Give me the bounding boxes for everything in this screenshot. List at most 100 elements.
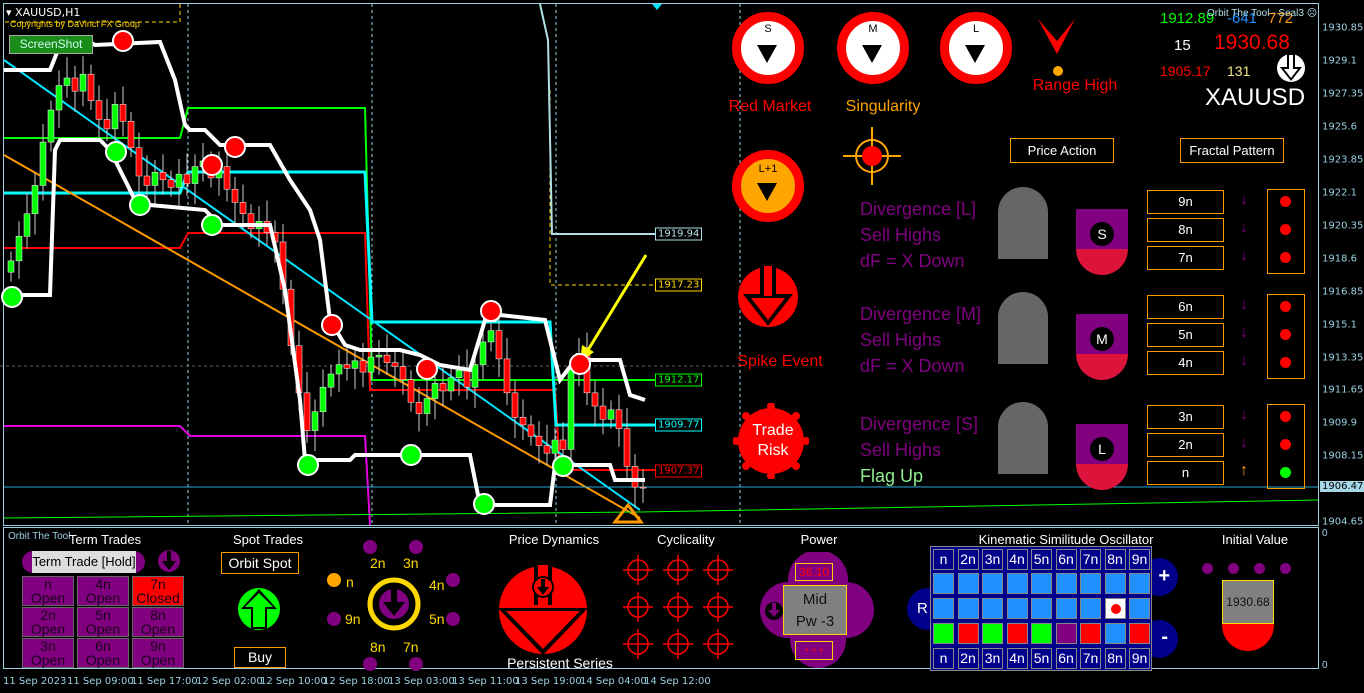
kso-cell[interactable] [1055,573,1077,594]
kso-cell[interactable] [1080,573,1101,594]
initial-value-title: Initial Value [1221,532,1289,547]
kso-cell[interactable] [982,623,1003,644]
kso-cell[interactable] [1031,623,1052,644]
buy-signal-marker[interactable] [129,194,151,216]
signal-dot [1280,252,1291,263]
orbit-dot [363,540,377,554]
level-box-7n[interactable]: 7n [1147,246,1224,270]
kso-cell[interactable] [982,573,1003,594]
kso-cell[interactable] [1129,573,1150,594]
signal-dot [1280,301,1291,312]
sell-signal-marker[interactable] [321,314,343,336]
sell-signal-marker[interactable] [480,300,502,322]
kso-cell[interactable] [1104,573,1126,594]
kso-cell[interactable] [1080,598,1101,619]
level-box-6n[interactable]: 6n [1147,295,1224,319]
kso-cell[interactable] [1080,623,1101,644]
fractal-pattern-button[interactable]: Fractal Pattern [1180,138,1284,163]
orbit-label-5n: 5n [429,611,445,627]
term-trade-hold-label: Term Trade [Hold] [32,551,136,573]
kso-cell[interactable] [1031,598,1052,619]
price-tick: 1922.1 [1322,187,1357,199]
level-box-8n[interactable]: 8n [1147,218,1224,242]
buy-signal-marker[interactable] [473,493,495,515]
kso-cell[interactable] [1006,623,1028,644]
kso-cell[interactable] [933,598,954,619]
dial-label: S [764,23,772,35]
divergence-title: Divergence [L] [860,199,977,219]
candle-body [559,439,567,450]
cyan-top-marker [652,4,662,10]
term-trade-cell[interactable]: 5n Open [77,607,129,637]
term-trade-cell[interactable]: 2n Open [22,607,74,637]
range-high-chevron-icon [1038,19,1075,76]
level-box-3n[interactable]: 3n [1147,405,1224,429]
kso-cell[interactable] [1104,623,1126,644]
sell-signal-marker[interactable] [224,136,246,158]
orbit-spot-button[interactable]: Orbit Spot [221,552,299,574]
kso-cell[interactable] [933,573,954,594]
cycle-target-icon [663,592,693,622]
candle-body [311,411,319,431]
buy-signal-marker[interactable] [552,455,574,477]
level-box-2n[interactable]: 2n [1147,433,1224,457]
down-arrow-circle-icon [1277,53,1305,82]
buy-signal-marker[interactable] [105,141,127,163]
time-tick: 11 Sep 17:00 [131,676,198,687]
initial-dot [1202,563,1213,574]
cycle-target-icon [623,555,653,585]
term-trade-cell[interactable]: n Open [22,576,74,606]
kso-cell[interactable] [1055,623,1077,644]
buy-signal-marker[interactable] [297,454,319,476]
term-trade-cell[interactable]: 3n Open [22,638,74,668]
sell-signal-marker[interactable] [112,30,134,52]
kso-cell[interactable] [1129,623,1150,644]
kso-cell[interactable] [1055,598,1077,619]
level-box-5n[interactable]: 5n [1147,323,1224,347]
term-trade-cell[interactable]: 7n Closed [132,576,184,606]
price-tick: 1909.9 [1322,417,1357,429]
kso-cell[interactable] [933,623,954,644]
price-action-button[interactable]: Price Action [1010,138,1114,163]
candle-body [439,383,447,392]
level-box-9n[interactable]: 9n [1147,190,1224,214]
screenshot-button[interactable]: ScreenShot [9,35,93,54]
symbol-label: XAUUSD,H1 [15,6,81,19]
term-trade-cell[interactable]: 9n Open [132,638,184,668]
candle-body [543,445,551,454]
kso-cell[interactable] [982,598,1003,619]
buy-signal-marker[interactable] [400,444,422,466]
candle-body [503,358,511,394]
orbit-label-2n: 2n [370,555,386,571]
buy-signal-marker[interactable] [1,286,23,308]
orbit-center-down-icon [367,577,421,631]
sell-signal-marker[interactable] [569,353,591,375]
cell-level: 4n [95,576,111,592]
sell-signal-marker[interactable] [416,358,438,380]
symbol-title: ▾ XAUUSD,H1 [6,6,81,19]
term-trade-hold-field[interactable]: Term Trade [Hold] [22,551,145,573]
candle-body [415,402,423,414]
term-trade-cell[interactable]: 4n Open [77,576,129,606]
buy-signal-marker[interactable] [201,214,223,236]
kso-cell[interactable] [1006,573,1028,594]
term-trade-cell[interactable]: 6n Open [77,638,129,668]
sell-signal-marker[interactable] [201,154,223,176]
kso-cell[interactable] [957,573,979,594]
kso-marker-cell[interactable] [1104,598,1126,619]
level-box-4n[interactable]: 4n [1147,351,1224,375]
level-box-n[interactable]: n [1147,461,1224,485]
price-tick: 1920.35 [1322,220,1364,232]
candle-body [615,409,623,429]
buy-button[interactable]: Buy [234,647,286,668]
dial-label: L+1 [758,163,778,175]
kso-cell[interactable] [1031,573,1052,594]
kso-header: 9n [1129,549,1150,570]
kso-cell[interactable] [957,623,979,644]
candle-body [79,73,87,92]
candle-body [47,109,55,143]
kso-cell[interactable] [1129,598,1150,619]
term-trade-cell[interactable]: 8n Open [132,607,184,637]
kso-cell[interactable] [957,598,979,619]
kso-cell[interactable] [1006,598,1028,619]
